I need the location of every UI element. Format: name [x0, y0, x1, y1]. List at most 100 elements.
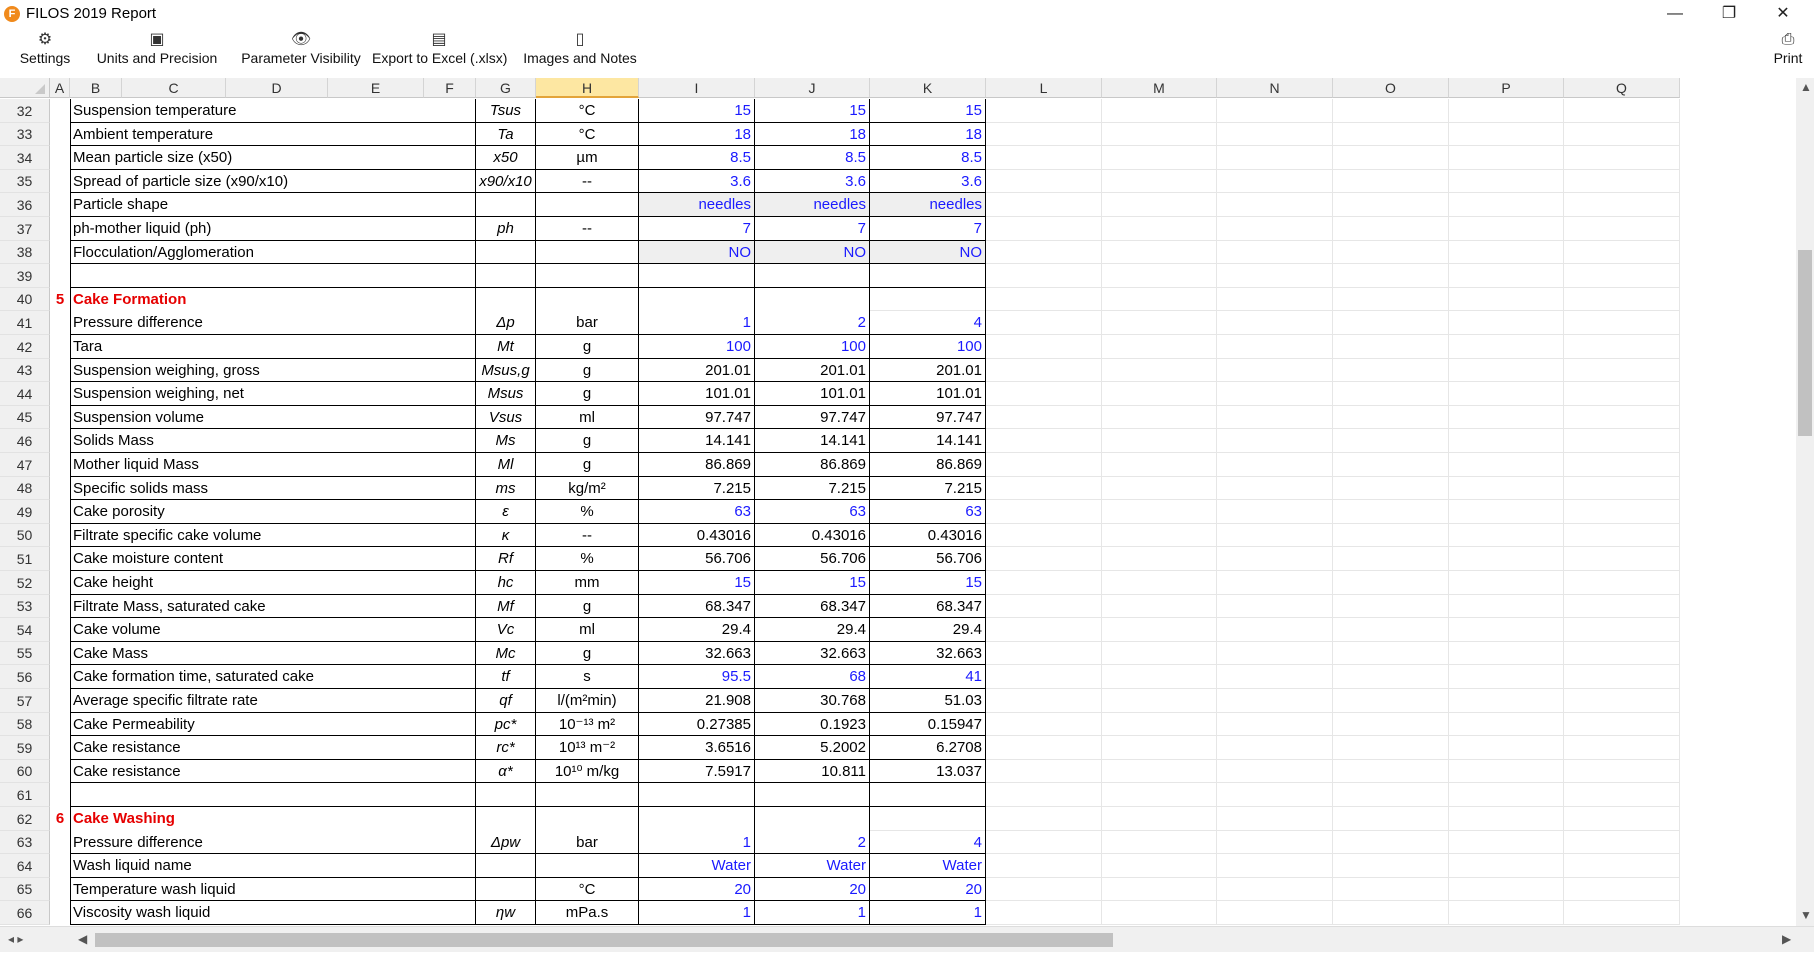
empty-cell[interactable]: [1102, 736, 1217, 760]
empty-cell[interactable]: [986, 429, 1102, 453]
empty-cell[interactable]: [1333, 524, 1449, 547]
empty-cell[interactable]: [1449, 831, 1564, 854]
row-header[interactable]: 33: [0, 123, 50, 146]
value-cell[interactable]: 68.347: [870, 595, 986, 618]
empty-cell[interactable]: [1102, 406, 1217, 429]
value-cell[interactable]: 63: [870, 500, 986, 524]
empty-cell[interactable]: [1564, 713, 1680, 736]
scroll-down-icon[interactable]: ▼: [1800, 908, 1812, 922]
row-header[interactable]: 44: [0, 382, 50, 406]
value-cell[interactable]: 32.663: [639, 642, 755, 665]
empty-cell[interactable]: [1102, 713, 1217, 736]
empty-cell[interactable]: [1333, 665, 1449, 689]
scroll-up-icon[interactable]: ▲: [1800, 80, 1812, 94]
empty-cell[interactable]: [1449, 736, 1564, 760]
empty-cell[interactable]: [1564, 264, 1680, 288]
value-cell[interactable]: 32.663: [755, 642, 870, 665]
empty-cell[interactable]: [986, 618, 1102, 642]
value-cell[interactable]: needles: [870, 193, 986, 217]
empty-cell[interactable]: [1333, 901, 1449, 925]
empty-cell[interactable]: [1102, 429, 1217, 453]
empty-cell[interactable]: [1449, 288, 1564, 311]
row-header[interactable]: 46: [0, 429, 50, 453]
value-cell[interactable]: [870, 288, 986, 311]
empty-cell[interactable]: [1564, 642, 1680, 665]
empty-cell[interactable]: [1564, 854, 1680, 878]
empty-cell[interactable]: [1564, 359, 1680, 382]
print-button[interactable]: ⎙ Print: [1766, 30, 1810, 74]
empty-cell[interactable]: [1333, 123, 1449, 146]
value-cell[interactable]: [870, 783, 986, 807]
empty-cell[interactable]: [1102, 831, 1217, 854]
empty-cell[interactable]: [1102, 146, 1217, 170]
value-cell[interactable]: 20: [755, 878, 870, 901]
value-cell[interactable]: 86.869: [870, 453, 986, 477]
empty-cell[interactable]: [1564, 99, 1680, 123]
value-cell[interactable]: 7: [639, 217, 755, 241]
column-header-i[interactable]: I: [639, 78, 755, 98]
empty-cell[interactable]: [1217, 477, 1333, 500]
empty-cell[interactable]: [986, 500, 1102, 524]
empty-cell[interactable]: [986, 831, 1102, 854]
empty-cell[interactable]: [1333, 264, 1449, 288]
restore-button[interactable]: ❐: [1702, 0, 1756, 28]
value-cell[interactable]: Water: [639, 854, 755, 878]
empty-cell[interactable]: [986, 878, 1102, 901]
empty-cell[interactable]: [986, 288, 1102, 311]
value-cell[interactable]: 63: [755, 500, 870, 524]
empty-cell[interactable]: [1333, 595, 1449, 618]
row-header[interactable]: 66: [0, 901, 50, 925]
empty-cell[interactable]: [1564, 831, 1680, 854]
empty-cell[interactable]: [1449, 453, 1564, 477]
empty-cell[interactable]: [1449, 311, 1564, 335]
value-cell[interactable]: 41: [870, 665, 986, 689]
value-cell[interactable]: 13.037: [870, 760, 986, 783]
empty-cell[interactable]: [986, 901, 1102, 925]
empty-cell[interactable]: [1333, 429, 1449, 453]
value-cell[interactable]: [639, 783, 755, 807]
empty-cell[interactable]: [1102, 359, 1217, 382]
empty-cell[interactable]: [1217, 359, 1333, 382]
value-cell[interactable]: 8.5: [639, 146, 755, 170]
empty-cell[interactable]: [1333, 831, 1449, 854]
empty-cell[interactable]: [1333, 547, 1449, 571]
empty-cell[interactable]: [1333, 359, 1449, 382]
value-cell[interactable]: 56.706: [639, 547, 755, 571]
value-cell[interactable]: 7.215: [870, 477, 986, 500]
value-cell[interactable]: 29.4: [755, 618, 870, 642]
empty-cell[interactable]: [1564, 736, 1680, 760]
empty-cell[interactable]: [1217, 689, 1333, 713]
empty-cell[interactable]: [1333, 406, 1449, 429]
empty-cell[interactable]: [1102, 217, 1217, 241]
empty-cell[interactable]: [1564, 689, 1680, 713]
empty-cell[interactable]: [1333, 453, 1449, 477]
value-cell[interactable]: 97.747: [870, 406, 986, 429]
empty-cell[interactable]: [1217, 288, 1333, 311]
empty-cell[interactable]: [1217, 170, 1333, 193]
column-header-m[interactable]: M: [1102, 78, 1217, 98]
column-header-h[interactable]: H: [536, 78, 639, 98]
empty-cell[interactable]: [1102, 783, 1217, 807]
empty-cell[interactable]: [1217, 618, 1333, 642]
value-cell[interactable]: 101.01: [639, 382, 755, 406]
empty-cell[interactable]: [1217, 736, 1333, 760]
empty-cell[interactable]: [986, 547, 1102, 571]
empty-cell[interactable]: [1102, 571, 1217, 595]
empty-cell[interactable]: [1102, 288, 1217, 311]
row-header[interactable]: 65: [0, 878, 50, 901]
empty-cell[interactable]: [1217, 854, 1333, 878]
row-header[interactable]: 42: [0, 335, 50, 359]
empty-cell[interactable]: [1449, 99, 1564, 123]
empty-cell[interactable]: [1564, 807, 1680, 831]
empty-cell[interactable]: [1333, 642, 1449, 665]
value-cell[interactable]: Water: [870, 854, 986, 878]
empty-cell[interactable]: [1333, 99, 1449, 123]
empty-cell[interactable]: [1449, 359, 1564, 382]
empty-cell[interactable]: [1217, 429, 1333, 453]
minimize-button[interactable]: —: [1648, 0, 1702, 28]
row-header[interactable]: 37: [0, 217, 50, 241]
row-header[interactable]: 55: [0, 642, 50, 665]
empty-cell[interactable]: [1564, 665, 1680, 689]
column-header-k[interactable]: K: [870, 78, 986, 98]
empty-cell[interactable]: [1217, 311, 1333, 335]
